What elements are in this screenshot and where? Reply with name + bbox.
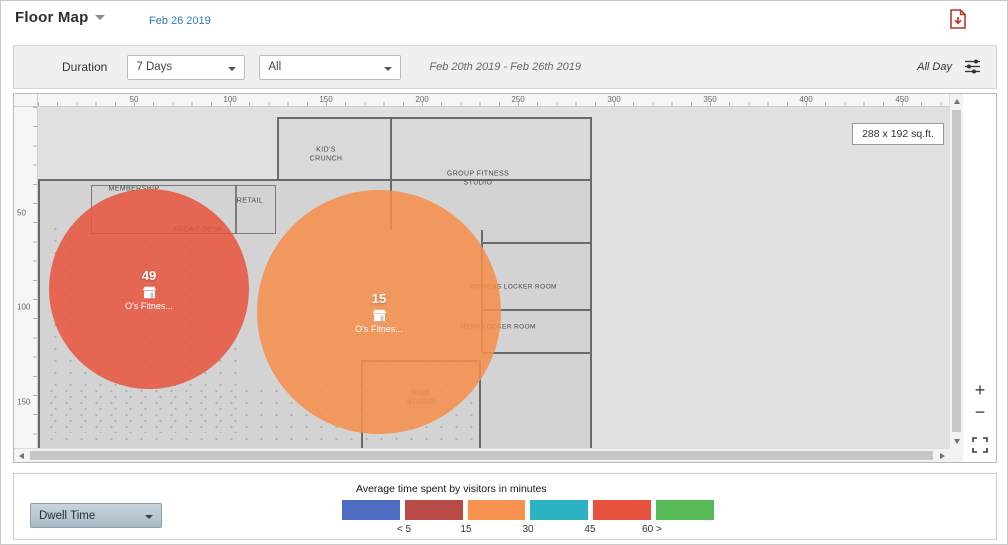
map-dimensions-badge: 288 x 192 sq.ft.	[852, 123, 944, 145]
area-value: All	[268, 61, 282, 73]
room-label-retail: RETAIL	[236, 197, 264, 205]
vertical-scrollbar[interactable]	[949, 94, 963, 448]
bubble-store-name: O's Fitnes...	[125, 300, 173, 311]
ruler-tick-label: 100	[223, 95, 237, 104]
filter-settings-button[interactable]	[964, 59, 982, 75]
horizontal-ruler: 50 100 150 200 250 300 350 400 450	[38, 94, 949, 107]
ruler-tick-label: 200	[415, 95, 429, 104]
scroll-down-button[interactable]	[950, 434, 964, 448]
legend-swatch	[656, 500, 714, 520]
store-icon	[372, 309, 387, 322]
area-dropdown[interactable]: All	[259, 54, 402, 80]
metric-dropdown[interactable]: Dwell Time	[30, 503, 162, 528]
arrow-right-icon	[939, 453, 945, 459]
ruler-tick-label: 300	[607, 95, 621, 104]
horizontal-scrollbar-thumb[interactable]	[30, 451, 933, 460]
ruler-tick-label: 250	[511, 95, 525, 104]
legend-label: 60 >	[642, 524, 662, 535]
vertical-scrollbar-thumb[interactable]	[952, 110, 961, 432]
chevron-down-icon	[95, 15, 106, 25]
ruler-tick-label: 150	[319, 95, 333, 104]
date-link[interactable]: Feb 26 2019	[149, 15, 211, 27]
metric-value: Dwell Time	[39, 509, 96, 522]
dwell-bubble[interactable]: 49 O's Fitnes...	[49, 189, 249, 389]
ruler-tick-label: 50	[17, 208, 26, 218]
dwell-time-legend: Average time spent by visitors in minute…	[342, 483, 714, 537]
room-label-group-fitness-studio: GROUP FITNESS STUDIO	[446, 170, 510, 187]
duration-label: Duration	[62, 60, 108, 74]
legend-label: 30	[522, 524, 534, 535]
ruler-tick-label: 50	[129, 95, 139, 104]
chevron-down-icon	[145, 515, 153, 523]
floor-map-app: Floor Map Feb 26 2019 Duration 7 Days Al…	[0, 0, 1008, 545]
scroll-left-button[interactable]	[14, 449, 28, 463]
download-report-icon	[950, 9, 966, 29]
page-title: Floor Map	[15, 9, 89, 26]
dwell-bubble[interactable]: 15 O's Fitnes...	[257, 190, 501, 434]
legend-panel: Dwell Time Average time spent by visitor…	[13, 473, 997, 540]
floor-map-panel: 50 100 150 200 250 300 350 400 450 50 10…	[13, 93, 997, 463]
duration-value: 7 Days	[136, 61, 173, 73]
wall	[481, 352, 592, 354]
legend-swatch	[404, 500, 463, 520]
chevron-down-icon	[384, 66, 393, 75]
ruler-corner	[14, 94, 38, 107]
legend-swatch	[467, 500, 526, 520]
filter-toolbar: Duration 7 Days All Feb 20th 2019 - Feb …	[13, 45, 997, 89]
scroll-up-button[interactable]	[950, 94, 964, 108]
horizontal-scrollbar[interactable]	[14, 448, 949, 462]
chevron-down-icon	[228, 66, 237, 75]
vertical-ruler: 50 100 150	[14, 107, 38, 448]
legend-swatches	[342, 500, 714, 520]
ruler-tick-label: 100	[17, 302, 31, 312]
duration-dropdown[interactable]: 7 Days	[127, 54, 246, 80]
legend-swatch	[530, 500, 589, 520]
map-canvas[interactable]: MEMBERSHIP RETAIL FRONT DESK KID'S CRUNC…	[38, 107, 949, 448]
bubble-store-name: O's Fitnes...	[355, 323, 403, 334]
fullscreen-icon	[972, 437, 988, 453]
zoom-in-button[interactable]: +	[970, 380, 990, 400]
map-controls-strip: + −	[963, 94, 996, 462]
scroll-right-button[interactable]	[935, 449, 949, 463]
legend-title: Average time spent by visitors in minute…	[356, 483, 547, 495]
scrollbar-corner	[949, 448, 963, 462]
export-report-button[interactable]	[947, 8, 969, 30]
ruler-tick-label: 400	[799, 95, 813, 104]
ruler-tick-label: 450	[895, 95, 909, 104]
zoom-out-button[interactable]: −	[970, 402, 990, 422]
legend-label: 45	[584, 524, 596, 535]
date-range-text: Feb 20th 2019 - Feb 26th 2019	[429, 61, 582, 73]
time-filter-text: All Day	[917, 61, 952, 73]
header: Floor Map Feb 26 2019	[1, 1, 1007, 41]
ruler-tick-label: 150	[17, 397, 31, 407]
arrow-down-icon	[954, 438, 960, 444]
room-label-kids-crunch: KID'S CRUNCH	[309, 146, 343, 163]
legend-label: 15	[460, 524, 472, 535]
ruler-tick-label: 350	[703, 95, 717, 104]
legend-swatch	[342, 500, 400, 520]
bubble-value: 49	[141, 267, 157, 283]
legend-label: < 5	[396, 524, 412, 535]
arrow-up-icon	[954, 98, 960, 104]
sliders-icon	[965, 59, 980, 74]
bubble-value: 15	[371, 290, 387, 306]
arrow-left-icon	[18, 453, 24, 459]
legend-labels: < 5 15 30 45 60 >	[342, 524, 714, 537]
map-viewport: 50 100 150 200 250 300 350 400 450 50 10…	[14, 94, 963, 462]
legend-swatch	[593, 500, 652, 520]
store-icon	[142, 286, 157, 299]
wall	[481, 242, 592, 244]
fullscreen-button[interactable]	[971, 436, 989, 454]
floor-map-selector[interactable]: Floor Map	[15, 9, 106, 26]
